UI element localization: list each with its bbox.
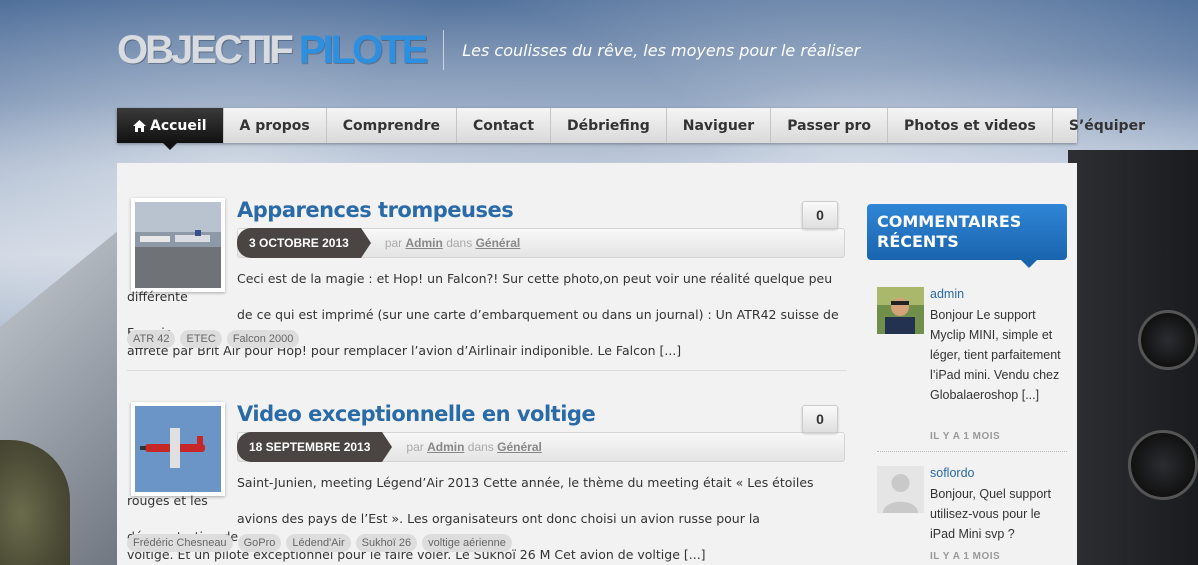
- nav-label: Débriefing: [567, 117, 650, 134]
- post-meta-bar: 18 SEPTEMBRE 2013 par Admin dans Général: [237, 432, 845, 462]
- nav-item-naviguer[interactable]: Naviguer: [667, 108, 772, 143]
- meta-in-label: dans: [446, 236, 473, 250]
- tag-link[interactable]: ETEC: [180, 330, 222, 348]
- comment-time: IL Y A 1 MOIS: [930, 551, 1001, 562]
- comment-count-bubble[interactable]: 0: [802, 405, 838, 433]
- comment-text: Bonjour, Quel support utilisez-vous pour…: [930, 487, 1051, 541]
- nav-label: Photos et videos: [904, 117, 1036, 134]
- widget-title-line: RÉCENTS: [877, 232, 959, 251]
- nav-label: Naviguer: [682, 117, 755, 134]
- post-title-link[interactable]: Video exceptionnelle en voltige: [237, 402, 596, 426]
- nav-label: Comprendre: [342, 117, 441, 134]
- main-nav: Accueil A propos Comprendre Contact Débr…: [117, 108, 1145, 150]
- nav-label: Contact: [473, 117, 535, 134]
- post-meta-bar: 3 OCTOBRE 2013 par Admin dans Général: [237, 228, 845, 258]
- nav-item-s-equiper[interactable]: S’équiper: [1053, 108, 1161, 143]
- tag-link[interactable]: Frédéric Chesneau: [127, 534, 233, 552]
- avatar[interactable]: [877, 466, 924, 513]
- tag-link[interactable]: GoPro: [237, 534, 282, 552]
- tag-link[interactable]: Sukhoï 26: [355, 534, 418, 552]
- excerpt-line: Saint-Junien, meeting Légend’Air 2013 Ce…: [127, 475, 814, 508]
- logo-text-objectif: OBJECTIF: [117, 27, 294, 72]
- nav-item-comprendre[interactable]: Comprendre: [327, 108, 458, 143]
- tag-link[interactable]: voltige aérienne: [422, 534, 512, 552]
- post-meta-text: par Admin dans Général: [406, 440, 541, 454]
- post-title-link[interactable]: Apparences trompeuses: [237, 198, 514, 222]
- nav-item-debriefing[interactable]: Débriefing: [551, 108, 667, 143]
- meta-in-label: dans: [467, 440, 494, 454]
- post-tags: ATR 42 ETEC Falcon 2000: [127, 330, 300, 348]
- post-date-badge: 18 SEPTEMBRE 2013: [237, 432, 393, 462]
- nav-item-a-propos[interactable]: A propos: [224, 108, 327, 143]
- post-divider: [127, 370, 847, 371]
- header-divider: [443, 30, 445, 70]
- nav-label: Accueil: [150, 117, 207, 134]
- widget-title-line: COMMENTAIRES: [877, 212, 1022, 231]
- avatar[interactable]: [877, 287, 924, 334]
- tag-link[interactable]: ATR 42: [127, 330, 176, 348]
- nav-item-contact[interactable]: Contact: [457, 108, 552, 143]
- post-meta-text: par Admin dans Général: [385, 236, 520, 250]
- excerpt-line: Ceci est de la magie : et Hop! un Falcon…: [127, 271, 833, 304]
- author-link[interactable]: Admin: [406, 236, 443, 250]
- logo-text-pilote: PILOTE: [298, 27, 428, 72]
- tag-link[interactable]: Lédend'Air: [286, 534, 351, 552]
- post-date-badge: 3 OCTOBRE 2013: [237, 228, 371, 258]
- content-panel: Apparences trompeuses 3 OCTOBRE 2013 par…: [117, 163, 1077, 565]
- nav-label: S’équiper: [1068, 117, 1145, 134]
- author-link[interactable]: Admin: [427, 440, 464, 454]
- comment-time: IL Y A 1 MOIS: [930, 431, 1001, 442]
- nav-item-accueil[interactable]: Accueil: [117, 108, 224, 150]
- site-tagline: Les coulisses du rêve, les moyens pour l…: [462, 40, 861, 60]
- meta-by-label: par: [384, 236, 403, 250]
- category-link[interactable]: Général: [497, 440, 542, 454]
- nav-label: A propos: [239, 117, 310, 134]
- site-logo[interactable]: OBJECTIF PILOTE: [117, 27, 428, 73]
- comment-author-link[interactable]: soflordo: [930, 466, 974, 480]
- comment-author-link[interactable]: admin: [930, 287, 964, 301]
- comment-count-bubble[interactable]: 0: [802, 201, 838, 229]
- nav-label: Passer pro: [787, 117, 872, 134]
- home-icon: [133, 119, 146, 132]
- recent-comments-title: COMMENTAIRES RÉCENTS: [867, 204, 1067, 268]
- comment-text: Bonjour Le support Myclip MINI, simple e…: [930, 308, 1061, 402]
- meta-by-label: par: [406, 440, 424, 454]
- post-tags: Frédéric Chesneau GoPro Lédend'Air Sukho…: [127, 534, 512, 552]
- sidebar: COMMENTAIRES RÉCENTS admin Bonjour Le su…: [867, 204, 1067, 562]
- nav-item-passer-pro[interactable]: Passer pro: [771, 108, 889, 143]
- nav-item-photos-et-videos[interactable]: Photos et videos: [888, 108, 1053, 143]
- cockpit-panel-image: [1068, 150, 1198, 565]
- site-header: OBJECTIF PILOTE Les coulisses du rêve, l…: [117, 28, 860, 72]
- tag-link[interactable]: Falcon 2000: [226, 330, 300, 348]
- category-link[interactable]: Général: [476, 236, 521, 250]
- comment-divider: [877, 451, 1067, 452]
